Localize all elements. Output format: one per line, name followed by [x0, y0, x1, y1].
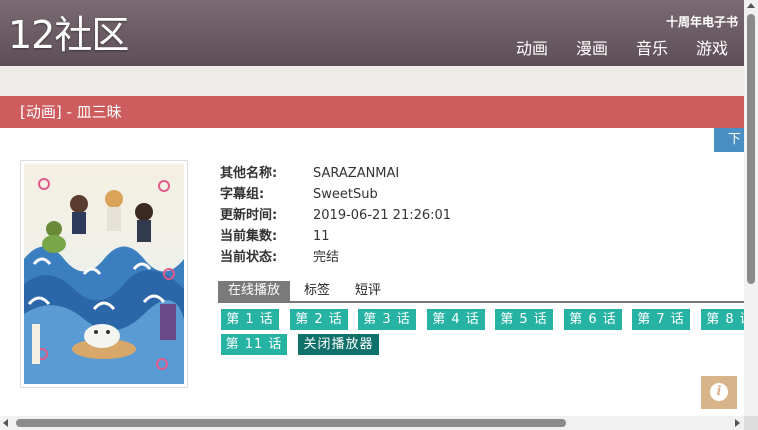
scrollbar-corner	[744, 416, 758, 430]
vertical-scrollbar[interactable]	[744, 0, 758, 416]
scroll-up-icon[interactable]	[747, 3, 755, 8]
nav-item-manga[interactable]: 漫画	[576, 38, 608, 60]
nav-item-anime[interactable]: 动画	[516, 38, 548, 60]
episode-button[interactable]: 第 11 话	[221, 334, 287, 355]
site-header: 12社区 十周年电子书 动画 漫画 音乐 游戏	[0, 0, 744, 66]
info-value: 完结	[313, 250, 340, 265]
info-row: 当前集数: 11	[220, 226, 451, 247]
nav-item-music[interactable]: 音乐	[636, 38, 668, 60]
tab-reviews[interactable]: 短评	[355, 281, 381, 301]
nav-item-games[interactable]: 游戏	[696, 38, 728, 60]
promo-link[interactable]: 十周年电子书	[666, 13, 738, 30]
episode-button[interactable]: 第 2 话	[290, 309, 348, 330]
episode-button[interactable]: 第 7 话	[632, 309, 690, 330]
episode-button[interactable]: 第 1 话	[221, 309, 279, 330]
horizontal-scrollbar[interactable]	[0, 416, 744, 430]
info-value: 11	[313, 229, 330, 244]
main-nav: 动画 漫画 音乐 游戏	[516, 38, 728, 60]
info-row: 当前状态: 完结	[220, 247, 451, 268]
info-label: 更新时间:	[220, 208, 278, 223]
page-title: [动画] - 皿三昧	[20, 103, 122, 121]
info-value: SweetSub	[313, 187, 378, 202]
episode-button[interactable]: 第 8 话	[701, 309, 744, 330]
info-icon: i	[710, 383, 728, 401]
info-value: 2019-06-21 21:26:01	[313, 208, 452, 223]
info-label: 字幕组:	[220, 187, 265, 202]
close-player-button[interactable]: 关闭播放器	[298, 334, 379, 355]
vertical-scroll-thumb[interactable]	[747, 14, 755, 284]
info-row: 字幕组: SweetSub	[220, 184, 451, 205]
content-tabs: 在线播放 标签 短评	[218, 281, 744, 303]
info-list: 其他名称: SARAZANMAI 字幕组: SweetSub 更新时间: 2019-0…	[220, 163, 451, 268]
info-value: SARAZANMAI	[313, 166, 400, 181]
sub-header-strip	[0, 66, 744, 96]
info-label: 其他名称:	[220, 166, 278, 181]
horizontal-scroll-thumb[interactable]	[16, 419, 566, 427]
episode-button[interactable]: 第 5 话	[495, 309, 553, 330]
info-row: 更新时间: 2019-06-21 21:26:01	[220, 205, 451, 226]
info-label: 当前状态:	[220, 250, 278, 265]
info-label: 当前集数:	[220, 229, 278, 244]
episode-button[interactable]: 第 3 话	[358, 309, 416, 330]
scroll-left-icon[interactable]	[3, 419, 8, 427]
tab-online-play[interactable]: 在线播放	[218, 281, 291, 301]
download-button[interactable]: 下	[714, 128, 744, 152]
episode-button[interactable]: 第 6 话	[564, 309, 622, 330]
tab-tags[interactable]: 标签	[304, 281, 330, 301]
episode-button[interactable]: 第 4 话	[427, 309, 485, 330]
site-logo[interactable]: 12社区	[8, 12, 129, 58]
info-button[interactable]: i	[701, 376, 737, 409]
anime-poster-image	[24, 164, 184, 384]
info-row: 其他名称: SARAZANMAI	[220, 163, 451, 184]
title-bar: [动画] - 皿三昧	[0, 96, 744, 128]
page: 12社区 十周年电子书 动画 漫画 音乐 游戏 [动画] - 皿三昧 下 其他名…	[0, 0, 744, 416]
poster	[20, 160, 188, 388]
scroll-right-icon[interactable]	[735, 419, 740, 427]
